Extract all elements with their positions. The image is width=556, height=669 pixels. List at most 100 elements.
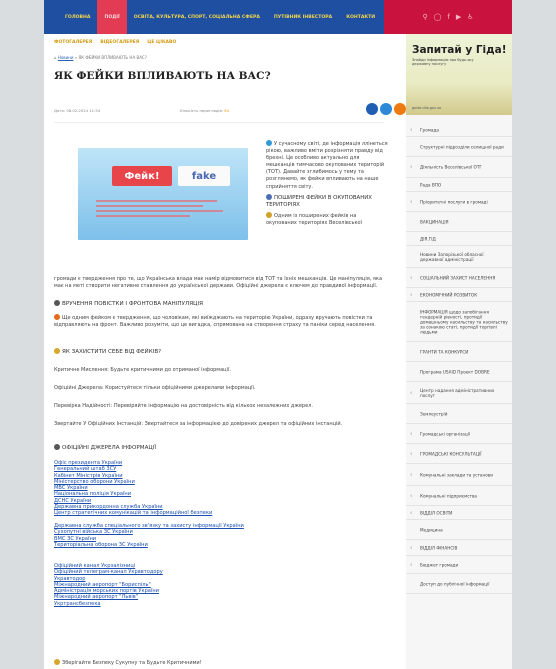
- chevron-left-icon: ‹: [410, 430, 413, 437]
- sidebar-menu-item-label: Центр надання адміністративних послуг: [420, 387, 495, 398]
- sidebar-menu-item-label: Пріоритетні послуги в громаді: [420, 198, 488, 204]
- sidebar-menu-item[interactable]: ‹ ГРОМАДСЬКІ КОНСУЛЬТАЦІЇ: [406, 444, 512, 464]
- tip-1: Критичне Мислення: Будьте критичними до …: [54, 367, 231, 373]
- chevron-left-icon: ‹: [410, 198, 413, 205]
- article-image: Фейк! fake: [78, 148, 248, 240]
- sidebar-menu-item[interactable]: Медицина: [406, 520, 512, 540]
- paragraph-1-start-text: Одним із поширених фейків на окупованих …: [266, 212, 362, 226]
- fake-badge-left: Фейк!: [112, 166, 172, 186]
- sidebar-menu-item[interactable]: Землеустрій: [406, 404, 512, 424]
- tip-2: Офіційні Джерела: Користуйтеся тільки оф…: [54, 385, 256, 391]
- subnav-photo-gallery[interactable]: ФОТОГАЛЕРЕЯ: [54, 40, 92, 45]
- chevron-left-icon: ‹: [410, 561, 413, 568]
- chevron-left-icon: ‹: [410, 544, 413, 551]
- page: ГОЛОВНА ПОДІЇ ОСВІТА, КУЛЬТУРА, СПОРТ, С…: [44, 0, 512, 669]
- heading-official-sources-text: ОФІЦІЙНІ ДЖЕРЕЛА ІНФОРМАЦІЇ: [62, 445, 157, 451]
- sidebar-menu-item[interactable]: ‹ Бюджет громади: [406, 556, 512, 574]
- chevron-left-icon: ‹: [410, 163, 413, 171]
- heading-summons: ВРУЧЕННЯ ПОВІСТКИ І ФРОНТОВА МАНІПУЛЯЦІЯ: [54, 300, 388, 307]
- chevron-left-icon: ‹: [410, 274, 413, 281]
- heading-summons-text: ВРУЧЕННЯ ПОВІСТКИ І ФРОНТОВА МАНІПУЛЯЦІЯ: [62, 301, 204, 307]
- paragraph-2-text: Ще одним фейком є твердження, що чоловік…: [54, 315, 376, 329]
- paragraph-1: громади є твердження про те, що Українсь…: [54, 276, 383, 290]
- facebook-share-icon[interactable]: [366, 103, 378, 115]
- heading-fakes-occupied: ПОШИРЕНІ ФЕЙКИ В ОКУПОВАНИХ ТЕРИТОРІЯХ: [266, 193, 388, 209]
- social-links: ⚲ ◯ f ▶ ♿: [384, 0, 512, 34]
- sidebar-menu-item[interactable]: Структурні підрозділи селищної ради: [406, 137, 512, 157]
- nav-item-events[interactable]: ПОДІЇ: [97, 0, 127, 34]
- sidebar-menu-item-label: Структурні підрозділи селищної ради: [420, 143, 504, 149]
- nav-item-home[interactable]: ГОЛОВНА: [58, 0, 97, 34]
- official-link[interactable]: Територіальна оборона ЗС України: [54, 542, 334, 548]
- chevron-left-icon: ‹: [410, 126, 413, 133]
- banner-link[interactable]: guide.diia.gov.ua: [412, 106, 441, 110]
- paragraph-1-start: Одним із поширених фейків на окупованих …: [266, 211, 388, 227]
- chevron-left-icon: ‹: [410, 509, 413, 516]
- sidebar-menu-item-label: ВІДДІЛ ФІНАНСІВ: [420, 544, 458, 550]
- breadcrumb-news-link[interactable]: Новини: [58, 55, 74, 60]
- instagram-icon[interactable]: ◯: [434, 13, 442, 21]
- heading-fakes-occupied-text: ПОШИРЕНІ ФЕЙКИ В ОКУПОВАНИХ ТЕРИТОРІЯХ: [266, 194, 372, 208]
- sidebar-menu-item-label: Медицина: [420, 526, 443, 532]
- sidebar-menu-item[interactable]: Доступ до публічної інформації: [406, 574, 512, 594]
- telegram-share-icon[interactable]: [380, 103, 392, 115]
- warning-icon: [54, 314, 60, 320]
- flag-icon: [54, 300, 60, 306]
- sidebar-menu-item-label: Програма USAID Проект DOBRE: [420, 368, 490, 374]
- chevron-left-icon: ‹: [410, 471, 413, 478]
- accessibility-icon[interactable]: ♿: [467, 13, 473, 21]
- sidebar-menu-item[interactable]: ‹ ЕКОНОМІЧНИЙ РОЗВИТОК: [406, 288, 512, 302]
- chevron-left-icon: ‹: [410, 450, 413, 457]
- sidebar-menu-item[interactable]: ВАКЦИНАЦІЯ: [406, 212, 512, 232]
- link-icon: [54, 444, 60, 450]
- banner-subtitle: Знайди інформацію про будь-яку державну …: [412, 58, 474, 67]
- sidebar-menu-item-label: ІНФОРМАЦІЯ щодо запобігання гендерній рі…: [420, 308, 508, 335]
- sidebar-menu-item[interactable]: ДІЯ.ГІД: [406, 232, 512, 246]
- official-link[interactable]: Укртрансбезпека: [54, 601, 334, 607]
- search-icon[interactable]: ⚲: [422, 13, 427, 21]
- sidebar-menu-item[interactable]: ‹ ВІДДІЛ ОСВІТИ: [406, 506, 512, 520]
- sidebar-menu-item-label: Бюджет громади: [420, 561, 459, 567]
- share-buttons: [366, 103, 406, 115]
- sidebar-menu-item-label: Громада: [420, 126, 439, 132]
- sub-navigation: ФОТОГАЛЕРЕЯ ВІДЕОГАЛЕРЕЯ ЦЕ ЦІКАВО: [54, 40, 176, 45]
- diia-guide-banner[interactable]: Запитай у Гіда! Знайди інформацію про бу…: [406, 34, 512, 115]
- nav-links: ГОЛОВНА ПОДІЇ ОСВІТА, КУЛЬТУРА, СПОРТ, С…: [44, 0, 382, 34]
- sidebar-menu-item[interactable]: ‹ Центр надання адміністративних послуг: [406, 382, 512, 404]
- sidebar-menu-item-label: Комунальні заклади та установи: [420, 471, 493, 477]
- sidebar-menu-item[interactable]: ‹ Громадські організації: [406, 424, 512, 444]
- chevron-left-icon: ‹: [410, 389, 413, 396]
- odnoklassniki-share-icon[interactable]: [394, 103, 406, 115]
- sidebar-menu-item-label: Землеустрій: [420, 410, 448, 416]
- nav-item-contacts[interactable]: КОНТАКТИ: [339, 0, 382, 34]
- sidebar-menu-item[interactable]: ‹ Діяльність Веселівської ОТГ: [406, 157, 512, 178]
- magnifier-icon: [266, 193, 272, 200]
- nav-item-education[interactable]: ОСВІТА, КУЛЬТУРА, СПОРТ, СОЦІАЛЬНА СФЕРА: [127, 0, 267, 34]
- home-icon[interactable]: ⌂: [54, 55, 57, 60]
- views-label: Кількість переглядів:: [180, 108, 223, 113]
- heading-protect: ЯК ЗАХИСТИТИ СЕБЕ ВІД ФЕЙКІВ?: [54, 348, 388, 355]
- article-intro: У сучасному світі, де інформація ллінеть…: [266, 140, 388, 227]
- sidebar-menu-item[interactable]: ‹ Комунальні підприємства: [406, 486, 512, 506]
- subnav-video-gallery[interactable]: ВІДЕОГАЛЕРЕЯ: [100, 40, 139, 45]
- youtube-icon[interactable]: ▶: [456, 13, 461, 21]
- sidebar-menu-item[interactable]: Новини Запорізької обласної державної ад…: [406, 246, 512, 268]
- sidebar-menu-item[interactable]: ‹ Громада: [406, 123, 512, 137]
- official-link[interactable]: Центр стратегічних комунікацій та інформ…: [54, 510, 334, 516]
- sidebar-menu-item[interactable]: ІНФОРМАЦІЯ щодо запобігання гендерній рі…: [406, 302, 512, 342]
- sidebar-menu-item[interactable]: ‹ Пріоритетні послуги в громаді: [406, 192, 512, 212]
- views-count: 64: [224, 108, 230, 113]
- sidebar-menu-item[interactable]: ‹ Комунальні заклади та установи: [406, 464, 512, 486]
- sidebar-menu-item-label: ВАКЦИНАЦІЯ: [420, 218, 449, 224]
- intro-text: У сучасному світі, де інформація ллінеть…: [266, 141, 388, 190]
- sidebar-menu-item[interactable]: ‹ ВІДДІЛ ФІНАНСІВ: [406, 540, 512, 556]
- sidebar-menu-item[interactable]: Рада ВПО: [406, 178, 512, 192]
- sidebar-menu-item[interactable]: ‹ СОЦІАЛЬНИЙ ЗАХИСТ НАСЕЛЕННЯ: [406, 268, 512, 288]
- sidebar-menu-item[interactable]: ГРАНТИ ТА КОНКУРСИ: [406, 342, 512, 362]
- article-views: Кількість переглядів: 64: [180, 108, 229, 113]
- nav-item-investor[interactable]: ПУТІВНИК ІНВЕСТОРА: [267, 0, 339, 34]
- facebook-icon[interactable]: f: [447, 13, 449, 21]
- sidebar-menu-item[interactable]: Програма USAID Проект DOBRE: [406, 362, 512, 382]
- sidebar: Запитай у Гіда! Знайди інформацію про бу…: [406, 34, 512, 669]
- subnav-interesting[interactable]: ЦЕ ЦІКАВО: [147, 40, 176, 45]
